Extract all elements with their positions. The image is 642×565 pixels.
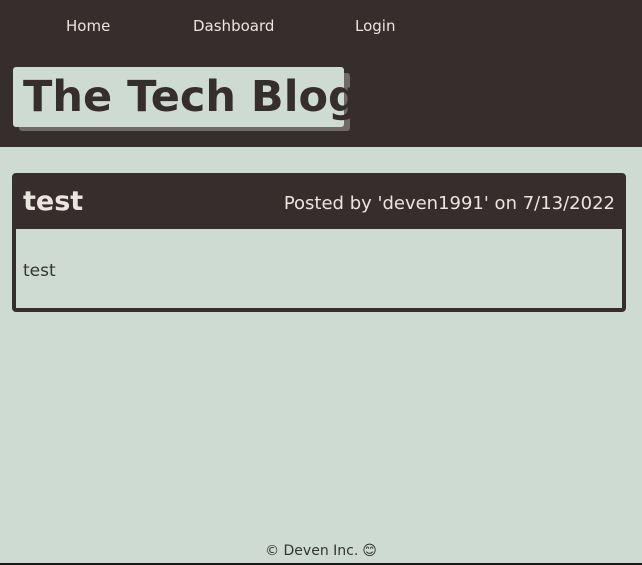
site-footer: © Deven Inc. 😊 <box>0 541 642 561</box>
smiling-face-icon: 😊 <box>362 543 377 559</box>
nav-home-link[interactable]: Home <box>66 16 110 36</box>
post-body: test <box>23 261 56 281</box>
site-title: The Tech Blog <box>13 67 359 127</box>
nav-login-link[interactable]: Login <box>355 16 395 36</box>
main-nav: Home Dashboard Login <box>0 16 642 36</box>
site-header: Home Dashboard Login The Tech Blog <box>0 0 642 147</box>
site-logo: The Tech Blog <box>13 67 359 131</box>
post-meta: Posted by 'deven1991' on 7/13/2022 <box>283 193 615 214</box>
post-card: test Posted by 'deven1991' on 7/13/2022 … <box>12 173 626 312</box>
footer-copyright: © Deven Inc. <box>265 543 359 559</box>
nav-dashboard-link[interactable]: Dashboard <box>193 16 274 36</box>
post-card-header: test Posted by 'deven1991' on 7/13/2022 <box>16 177 622 229</box>
post-title: test <box>23 186 84 217</box>
